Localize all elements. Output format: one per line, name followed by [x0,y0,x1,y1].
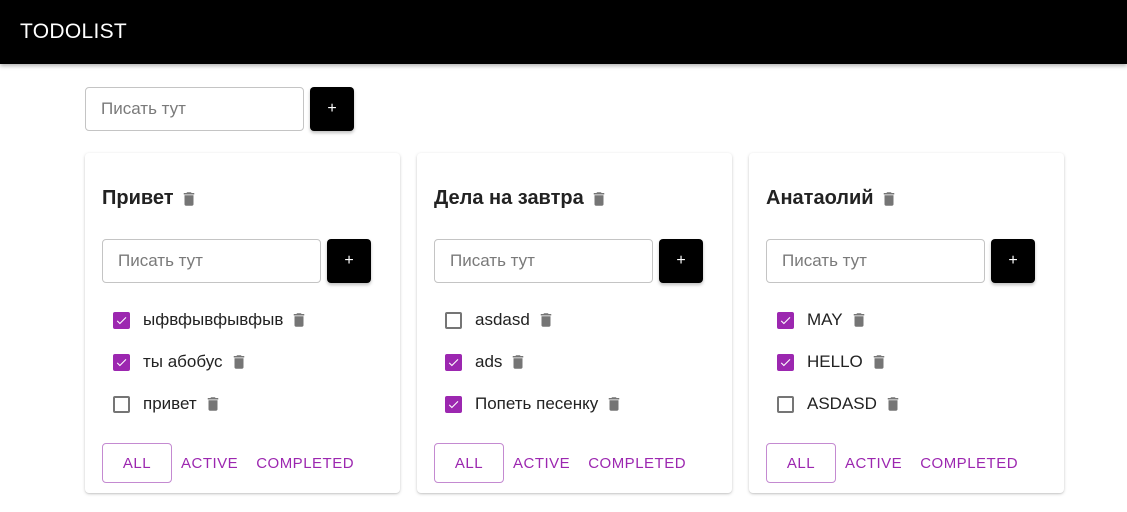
delete-task-trash-icon[interactable] [884,395,902,413]
delete-task-trash-icon[interactable] [605,395,623,413]
filter-active-button[interactable]: ACTIVE [504,443,579,483]
task-checkbox[interactable] [777,311,794,329]
new-task-input[interactable] [766,239,985,283]
task-text: HELLO [807,352,863,371]
task-list: ыфвфывфывфыв ты абобус привет [113,299,308,425]
checkmark-icon [780,358,791,366]
task-text: ASDASD [807,394,877,413]
list-title-text: Дела на завтра [434,187,584,209]
task-item: ASDASD [777,383,902,425]
task-checkbox[interactable] [445,311,462,329]
filter-active-button[interactable]: ACTIVE [836,443,911,483]
filter-completed-button[interactable]: COMPLETED [911,443,1027,483]
checkmark-icon [780,316,791,324]
task-list: MAY HELLO ASDASD [777,299,902,425]
delete-task-trash-icon[interactable] [537,311,555,329]
checkmark-icon [448,400,459,408]
task-item: MAY [777,299,902,341]
delete-task-trash-icon[interactable] [290,311,308,329]
filter-all-button[interactable]: ALL [102,443,172,483]
task-item: привет [113,383,308,425]
task-checkbox[interactable] [445,395,462,413]
filter-completed-button[interactable]: COMPLETED [247,443,363,483]
checkmark-icon [116,358,127,366]
task-checkbox[interactable] [777,395,794,413]
checkmark-icon [116,316,127,324]
add-list-button[interactable]: + [310,87,354,131]
delete-list-trash-icon[interactable] [590,190,608,208]
task-checkbox[interactable] [113,311,130,329]
add-list-form: + [85,87,354,131]
add-task-button[interactable]: + [659,239,703,283]
task-item: asdasd [445,299,623,341]
checkmark-icon [448,358,459,366]
filter-all-button[interactable]: ALL [766,443,836,483]
filter-completed-button[interactable]: COMPLETED [579,443,695,483]
list-title-text: Привет [102,187,174,209]
todo-list-card: Привет + ыфвфывфывфыв ты абобус привет A… [85,153,400,493]
filter-all-button[interactable]: ALL [434,443,504,483]
delete-task-trash-icon[interactable] [509,353,527,371]
delete-task-trash-icon[interactable] [230,353,248,371]
add-task-form: + [766,239,1035,283]
filter-buttons: ALL ACTIVE COMPLETED [434,443,695,483]
filter-buttons: ALL ACTIVE COMPLETED [102,443,363,483]
task-checkbox[interactable] [113,353,130,371]
add-task-button[interactable]: + [327,239,371,283]
new-task-input[interactable] [102,239,321,283]
add-task-form: + [102,239,371,283]
add-task-form: + [434,239,703,283]
app-title: TODOLIST [20,20,128,43]
task-checkbox[interactable] [113,395,130,413]
filter-active-button[interactable]: ACTIVE [172,443,247,483]
list-title: Анатаолий [766,187,898,210]
task-text: привет [143,394,197,413]
task-checkbox[interactable] [777,353,794,371]
todo-list-card: Дела на завтра + asdasd ads Попеть песен… [417,153,732,493]
filter-buttons: ALL ACTIVE COMPLETED [766,443,1027,483]
task-text: ыфвфывфывфыв [143,310,284,329]
task-text: ads [475,352,503,371]
list-title: Дела на завтра [434,187,608,210]
task-item: ыфвфывфывфыв [113,299,308,341]
add-task-button[interactable]: + [991,239,1035,283]
app-bar: TODOLIST [0,0,1127,64]
delete-task-trash-icon[interactable] [204,395,222,413]
task-item: ads [445,341,623,383]
delete-list-trash-icon[interactable] [880,190,898,208]
task-text: MAY [807,310,843,329]
task-item: ты абобус [113,341,308,383]
new-list-input[interactable] [85,87,304,131]
list-title: Привет [102,187,198,210]
task-text: asdasd [475,310,530,329]
task-text: Попеть песенку [475,394,599,413]
task-checkbox[interactable] [445,353,462,371]
task-text: ты абобус [143,352,223,371]
task-item: Попеть песенку [445,383,623,425]
todo-list-card: Анатаолий + MAY HELLO ASDASD ALL ACTIVE … [749,153,1064,493]
task-list: asdasd ads Попеть песенку [445,299,623,425]
task-item: HELLO [777,341,902,383]
new-task-input[interactable] [434,239,653,283]
delete-list-trash-icon[interactable] [180,190,198,208]
delete-task-trash-icon[interactable] [870,353,888,371]
list-title-text: Анатаолий [766,187,874,209]
delete-task-trash-icon[interactable] [850,311,868,329]
